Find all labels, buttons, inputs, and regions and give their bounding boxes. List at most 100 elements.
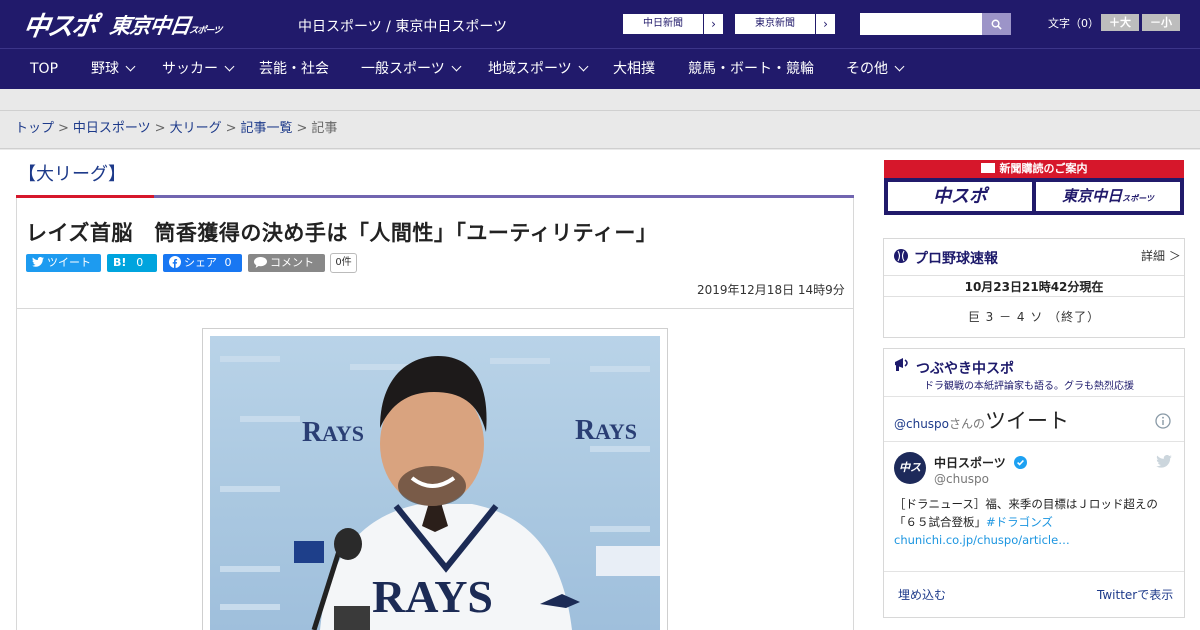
chuspo-logo[interactable]: 中スポ: [21, 6, 98, 43]
nav-top[interactable]: TOP: [30, 49, 58, 90]
subscription-banner-text: 新聞購読のご案内: [999, 162, 1088, 175]
hatena-icon: B!: [113, 256, 127, 269]
search-icon: [991, 19, 1002, 30]
nav-label: 地域スポーツ: [488, 61, 572, 77]
breadcrumb-sep: >: [154, 121, 166, 136]
tokyo-logo-text: 東京中日: [108, 14, 192, 38]
nav-label: 競馬・ボート・競輪: [688, 61, 814, 77]
baseball-widget-title: プロ野球速報: [914, 251, 998, 267]
search-input[interactable]: [860, 13, 982, 35]
font-smaller-button[interactable]: －小: [1142, 14, 1180, 31]
nav-regional-sports[interactable]: 地域スポーツ: [488, 49, 589, 90]
tweet-text-line-1: ［ドラニュース］福、来季の目標はＪロッド超えの: [894, 497, 1158, 511]
nav-label: サッカー: [162, 61, 218, 77]
font-size-label: 文字（0）: [1048, 17, 1099, 30]
breadcrumb-chunichi-sports[interactable]: 中日スポーツ: [73, 121, 151, 136]
info-icon[interactable]: [1155, 413, 1171, 429]
subscription-banner[interactable]: 新聞購読のご案内 中スポ 東京中日スポーツ: [884, 160, 1184, 215]
avatar[interactable]: 中スポ: [894, 452, 926, 506]
chevron-down-icon: [224, 61, 235, 72]
svg-text:AYS: AYS: [322, 421, 364, 446]
nav-other[interactable]: その他: [846, 49, 905, 90]
breadcrumb-article-list[interactable]: 記事一覧: [241, 121, 293, 136]
tweet-hashtag-link[interactable]: #ドラゴンズ: [986, 515, 1053, 529]
chevron-down-icon: [894, 61, 905, 72]
article-headline: レイズ首脳 筒香獲得の決め手は「人間性」「ユーティリティー」: [26, 221, 658, 245]
nav-soccer[interactable]: サッカー: [162, 49, 235, 90]
ext-link-label: 中日新聞: [643, 18, 683, 29]
chevron-down-icon: [578, 61, 589, 72]
twitter-widget-subtitle: ドラ観戦の本紙評論家も語る。グラも熱烈応援: [924, 381, 1134, 392]
main-nav: TOP 野球 サッカー 芸能・社会 一般スポーツ 地域スポーツ 大相撲 競馬・ボ…: [0, 48, 1200, 89]
svg-text:RAYS: RAYS: [372, 571, 493, 622]
speech-bubble-icon: [254, 257, 267, 268]
tokyo-logo-small: スポーツ: [188, 26, 222, 36]
tweet-button[interactable]: ツイート: [26, 254, 101, 272]
subscription-banner-title: 新聞購読のご案内: [884, 160, 1184, 178]
chunichi-shimbun-link[interactable]: 中日新聞 ›: [622, 13, 724, 35]
score-line[interactable]: 巨 3 － 4 ソ （終了）: [884, 308, 1184, 325]
facebook-share-button[interactable]: シェア 0: [163, 254, 242, 272]
breadcrumb-top[interactable]: トップ: [15, 121, 54, 136]
twitter-bird-icon[interactable]: [1156, 455, 1172, 468]
twitter-divider: [884, 571, 1184, 572]
comment-label: コメント: [270, 256, 314, 269]
comment-button[interactable]: コメント: [248, 254, 325, 272]
verified-badge-icon: [1013, 456, 1027, 469]
font-bigger-button[interactable]: ＋大: [1101, 14, 1139, 31]
article-photo[interactable]: R AYS R AYS RAYS: [210, 336, 660, 630]
article-category: 【大リーグ】: [18, 164, 126, 185]
nav-label: TOP: [30, 61, 59, 77]
sub-bar: [0, 89, 1200, 111]
twitter-timeline-header: @chuspoさんのツイート: [894, 405, 1069, 435]
tokyo-shimbun-link[interactable]: 東京新聞 ›: [734, 13, 836, 35]
view-on-twitter-link[interactable]: Twitterで表示: [1097, 586, 1173, 603]
nav-sumo[interactable]: 大相撲: [613, 49, 655, 90]
publish-date: 2019年12月18日 14時9分: [697, 283, 845, 297]
tokyo-chunichi-subscribe-tile[interactable]: 東京中日スポーツ: [1036, 182, 1180, 211]
breadcrumb-mlb[interactable]: 大リーグ: [170, 121, 222, 136]
svg-text:R: R: [575, 415, 596, 446]
article-divider: [16, 308, 854, 309]
baseball-details-link[interactable]: 詳細 ＞: [1141, 247, 1181, 264]
megaphone-icon: [895, 358, 908, 371]
nav-baseball[interactable]: 野球: [91, 49, 136, 90]
nav-label: 大相撲: [613, 61, 655, 77]
embed-link[interactable]: 埋め込む: [898, 586, 946, 603]
twitter-divider: [884, 441, 1184, 442]
breadcrumb-sep: >: [296, 121, 308, 136]
tweet-label: ツイート: [47, 256, 91, 269]
facebook-icon: [169, 256, 181, 268]
tweet-text-quote: 「６５試合登板」: [894, 515, 986, 529]
chevron-right-icon: ›: [703, 14, 723, 34]
facebook-share-count: 0: [224, 256, 232, 269]
score-update-time: 10月23日21時42分現在: [884, 275, 1184, 297]
press-conference-image: R AYS R AYS RAYS: [220, 356, 660, 630]
twitter-handle-link[interactable]: @chuspo: [894, 417, 949, 431]
nav-racing[interactable]: 競馬・ボート・競輪: [688, 49, 814, 90]
tweet-text-line-2: 「６５試合登板」#ドラゴンズ: [894, 513, 1174, 531]
tweet-account-handle[interactable]: @chuspo: [934, 472, 989, 486]
tweet-account-name-text: 中日スポーツ: [934, 456, 1006, 470]
chevron-down-icon: [451, 61, 462, 72]
search-button[interactable]: [982, 13, 1011, 35]
tokyo-chunichi-logo[interactable]: 東京中日スポーツ: [108, 10, 224, 40]
comment-count: 0件: [330, 253, 357, 273]
twitter-handle-suffix: さんの: [949, 417, 986, 431]
chuspo-subscribe-tile[interactable]: 中スポ: [888, 182, 1032, 211]
svg-text:AYS: AYS: [595, 419, 637, 444]
twitter-timeline-title: ツイート: [985, 409, 1070, 433]
baseball-icon: [894, 249, 908, 263]
chevron-down-icon: [125, 61, 136, 72]
tile-label: 東京中日: [1062, 187, 1123, 205]
nav-label: 野球: [91, 61, 119, 77]
twitter-divider: [884, 396, 1184, 397]
tweet-article-link[interactable]: chunichi.co.jp/chuspo/article…: [894, 531, 1174, 549]
nav-general-sports[interactable]: 一般スポーツ: [361, 49, 462, 90]
nav-entertainment[interactable]: 芸能・社会: [259, 49, 329, 90]
tweet-account-name[interactable]: 中日スポーツ: [934, 454, 1027, 471]
hatena-count: 0: [136, 256, 144, 269]
svg-text:R: R: [302, 417, 323, 448]
breadcrumb-sep: >: [225, 121, 237, 136]
hatena-bookmark-button[interactable]: B! 0: [107, 254, 157, 272]
